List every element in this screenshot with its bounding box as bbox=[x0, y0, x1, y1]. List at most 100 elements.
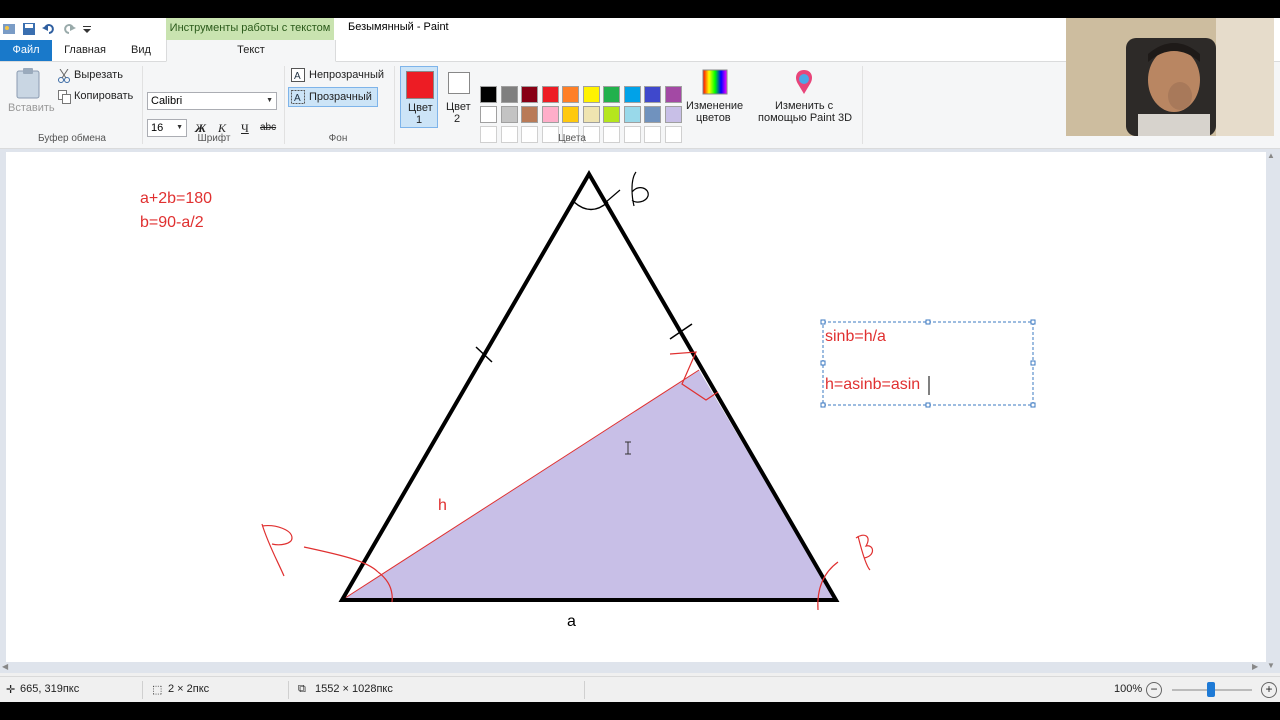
colors-group-label: Цвета bbox=[558, 133, 586, 144]
beta-symbol-right bbox=[855, 534, 874, 571]
palette-swatch[interactable] bbox=[664, 106, 682, 123]
color2-swatch bbox=[448, 72, 470, 94]
cut-label: Вырезать bbox=[74, 69, 123, 81]
drawing-canvas[interactable]: a+2b=180 b=90-a/2 h a sinb=h/a h=asinb=a… bbox=[6, 152, 1266, 662]
palette-swatch[interactable] bbox=[562, 106, 579, 123]
transparent-label: Прозрачный bbox=[309, 91, 372, 103]
status-bar: ✛ 665, 319пкс ⬚ 2 × 2пкс ⧉ 1552 × 1028пк… bbox=[0, 676, 1280, 702]
palette-swatch[interactable] bbox=[521, 126, 538, 143]
font-family-value: Calibri bbox=[151, 95, 183, 107]
svg-text:A: A bbox=[294, 93, 301, 104]
background-group-label: Фон bbox=[328, 133, 348, 144]
image-size: 1552 × 1028пкс bbox=[315, 683, 393, 695]
separator bbox=[142, 66, 143, 144]
opaque-background-icon: A bbox=[291, 68, 305, 82]
palette-swatch[interactable] bbox=[603, 126, 620, 143]
color1-label-num: 1 bbox=[416, 114, 423, 126]
status-divider bbox=[584, 681, 585, 699]
selection-size-icon: ⬚ bbox=[152, 684, 163, 696]
scroll-right-arrow-icon[interactable]: ▶ bbox=[1252, 662, 1258, 671]
equation-angle-sum: a+2b=180 bbox=[140, 190, 213, 207]
color2-label-num: 2 bbox=[454, 113, 461, 125]
palette-swatch[interactable] bbox=[664, 86, 682, 103]
chevron-down-icon: ▼ bbox=[266, 97, 273, 104]
redo-icon[interactable] bbox=[62, 22, 76, 36]
palette-swatch[interactable] bbox=[582, 86, 600, 103]
palette-swatch[interactable] bbox=[623, 86, 641, 103]
text-box-line-2[interactable]: h=asinb=asin bbox=[825, 376, 920, 394]
paste-button[interactable]: Вставить bbox=[4, 66, 55, 118]
context-tab-group-label: Инструменты работы с текстом bbox=[166, 18, 334, 40]
palette-swatch[interactable] bbox=[521, 106, 538, 123]
palette-swatch[interactable] bbox=[541, 106, 559, 123]
palette-swatch[interactable] bbox=[480, 106, 497, 123]
paint-app-icon[interactable] bbox=[2, 22, 16, 36]
save-icon[interactable] bbox=[22, 22, 36, 36]
label-h: h bbox=[438, 497, 447, 514]
font-family-dropdown[interactable]: Calibri ▼ bbox=[147, 92, 277, 110]
palette-swatch[interactable] bbox=[521, 86, 538, 103]
palette-swatch[interactable] bbox=[644, 86, 661, 103]
palette-swatch[interactable] bbox=[664, 126, 682, 143]
palette-swatch[interactable] bbox=[623, 106, 641, 123]
tab-view[interactable]: Вид bbox=[118, 40, 164, 61]
color2-label-top: Цвет bbox=[446, 101, 471, 113]
transparent-background-icon: A bbox=[291, 90, 305, 104]
strikethrough-button[interactable]: abc bbox=[260, 122, 276, 133]
color1-button[interactable]: Цвет 1 bbox=[400, 66, 438, 128]
paint3d-button[interactable]: Изменить с помощью Paint 3D bbox=[754, 66, 854, 130]
window-title: Безымянный - Paint bbox=[348, 21, 449, 33]
opaque-button[interactable]: A Непрозрачный bbox=[290, 67, 390, 85]
color1-swatch bbox=[406, 71, 434, 99]
label-a: a bbox=[567, 613, 576, 630]
font-group-label: Шрифт bbox=[197, 133, 231, 144]
edit-colors-label-1: Изменение bbox=[686, 100, 744, 112]
paint3d-label-1: Изменить с bbox=[775, 100, 834, 112]
paste-label: Вставить bbox=[8, 102, 55, 114]
tab-home[interactable]: Главная bbox=[56, 40, 114, 61]
palette-swatch[interactable] bbox=[644, 126, 661, 143]
palette-swatch[interactable] bbox=[603, 106, 620, 123]
scroll-down-arrow-icon[interactable]: ▼ bbox=[1267, 661, 1275, 670]
status-divider bbox=[142, 681, 143, 699]
zoom-slider-thumb[interactable] bbox=[1207, 682, 1215, 697]
palette-swatch[interactable] bbox=[541, 86, 559, 103]
text-box-line-1[interactable]: sinb=h/a bbox=[825, 328, 886, 346]
copy-label: Копировать bbox=[74, 90, 134, 102]
cut-button[interactable]: Вырезать bbox=[58, 68, 138, 86]
paint3d-icon bbox=[796, 70, 812, 94]
status-divider bbox=[288, 681, 289, 699]
opaque-label: Непрозрачный bbox=[309, 69, 385, 81]
palette-swatch[interactable] bbox=[644, 106, 661, 123]
separator bbox=[862, 66, 863, 144]
scroll-left-arrow-icon[interactable]: ◀ bbox=[2, 662, 8, 671]
color2-button[interactable]: Цвет 2 bbox=[441, 66, 477, 128]
alpha-symbol bbox=[631, 171, 649, 207]
tab-file[interactable]: Файл bbox=[0, 40, 52, 61]
transparent-button[interactable]: A Прозрачный bbox=[288, 87, 378, 107]
palette-swatch[interactable] bbox=[603, 86, 620, 103]
edit-colors-label-2: цветов bbox=[696, 112, 731, 124]
apex-angle-arc bbox=[573, 201, 609, 211]
edit-colors-button[interactable]: Изменение цветов bbox=[684, 66, 746, 130]
palette-swatch[interactable] bbox=[562, 86, 579, 103]
customize-qat-icon[interactable] bbox=[82, 22, 96, 36]
palette-swatch[interactable] bbox=[500, 106, 518, 123]
tab-text[interactable]: Текст bbox=[166, 40, 336, 62]
separator bbox=[394, 66, 395, 144]
zoom-out-icon[interactable]: − bbox=[1146, 682, 1162, 698]
cursor-position-icon: ✛ bbox=[6, 684, 16, 696]
palette-swatch[interactable] bbox=[480, 86, 497, 103]
undo-icon[interactable] bbox=[42, 22, 56, 36]
canvas-area[interactable]: a+2b=180 b=90-a/2 h a sinb=h/a h=asinb=a… bbox=[0, 149, 1280, 673]
copy-button[interactable]: Копировать bbox=[58, 89, 142, 107]
palette-swatch[interactable] bbox=[623, 126, 641, 143]
scroll-up-arrow-icon[interactable]: ▲ bbox=[1267, 151, 1275, 160]
palette-swatch[interactable] bbox=[582, 106, 600, 123]
palette-swatch[interactable] bbox=[500, 126, 518, 143]
separator bbox=[284, 66, 285, 144]
webcam-person-image bbox=[1066, 18, 1274, 136]
palette-swatch[interactable] bbox=[500, 86, 518, 103]
palette-swatch[interactable] bbox=[480, 126, 497, 143]
zoom-in-icon[interactable]: + bbox=[1261, 682, 1277, 698]
